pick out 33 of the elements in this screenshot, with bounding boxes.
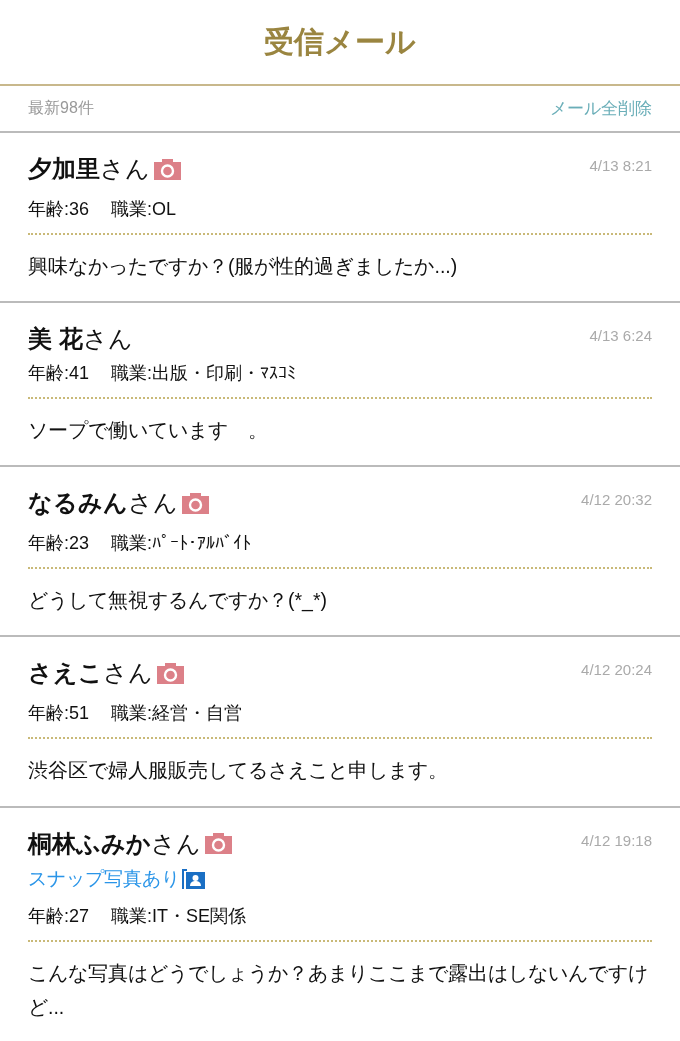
received-time: 4/12 20:32	[581, 491, 652, 509]
sender-name: 美 花さん	[28, 324, 133, 355]
age-text: 年齢:23	[28, 532, 90, 556]
mail-item[interactable]: さえこさん 4/12 20:24 年齢:51 職業:経営・自営 渋谷区で婦人服販売してるさえこと申します。	[0, 637, 680, 808]
sender-name: さえこさん	[28, 658, 153, 689]
age-text: 年齢:41	[28, 362, 90, 386]
mail-count: 最新98件	[28, 98, 94, 118]
job-text: 職業:IT・SE関係	[111, 904, 247, 928]
received-time: 4/12 20:24	[581, 661, 652, 679]
sender-name: なるみんさん	[28, 488, 178, 519]
message-preview: どうして無視するんですか？(*_*)	[28, 588, 328, 614]
photo-album-icon	[182, 868, 205, 889]
message-preview: ソープで働いています 。	[28, 418, 269, 444]
message-preview: 渋谷区で婦人服販売してるさえこと申します。	[28, 758, 449, 784]
job-text: 職業:ﾊﾟｰﾄ･ｱﾙﾊﾞｲﾄ	[111, 532, 252, 556]
job-text: 職業:出版・印刷・ﾏｽｺﾐ	[111, 362, 297, 386]
job-text: 職業:OL	[111, 198, 177, 221]
mail-item[interactable]: 夕加里さん 4/13 8:21 年齢:36 職業:OL 興味なかったですか？(服が性的過ぎましたか...)	[0, 133, 680, 304]
received-time: 4/12 19:18	[581, 831, 652, 849]
age-text: 年齢:51	[28, 702, 90, 726]
age-text: 年齢:27	[28, 904, 90, 928]
page-title: 受信メール	[264, 23, 416, 60]
age-text: 年齢:36	[28, 198, 90, 221]
received-time: 4/13 8:21	[589, 157, 652, 174]
sender-name: 桐林ふみかさん	[28, 828, 201, 859]
mail-item[interactable]: 桐林ふみかさん 4/12 19:18 スナップ写真あり 年齢:27 職業:IT・SE関係 こんな写真はどうでしょうか？あまりここまで露出はしないんですけど...	[0, 807, 680, 1041]
mail-item[interactable]: なるみんさん 4/12 20:32 年齢:23 職業:ﾊﾟｰﾄ･ｱﾙﾊﾞｲﾄ どうして無視するんですか？(*_*)	[0, 467, 680, 638]
message-preview: 興味なかったですか？(服が性的過ぎましたか...)	[28, 254, 459, 279]
mail-item[interactable]: 美 花さん 4/13 6:24 年齢:41 職業:出版・印刷・ﾏｽｺﾐ ソープで働いています 。	[0, 303, 680, 468]
received-time: 4/13 6:24	[589, 327, 652, 345]
message-preview: こんな写真はどうでしょうか？あまりここまで露出はしないんですけど...	[28, 960, 649, 1020]
job-text: 職業:経営・自営	[111, 702, 243, 726]
sender-name: 夕加里さん	[28, 154, 150, 184]
